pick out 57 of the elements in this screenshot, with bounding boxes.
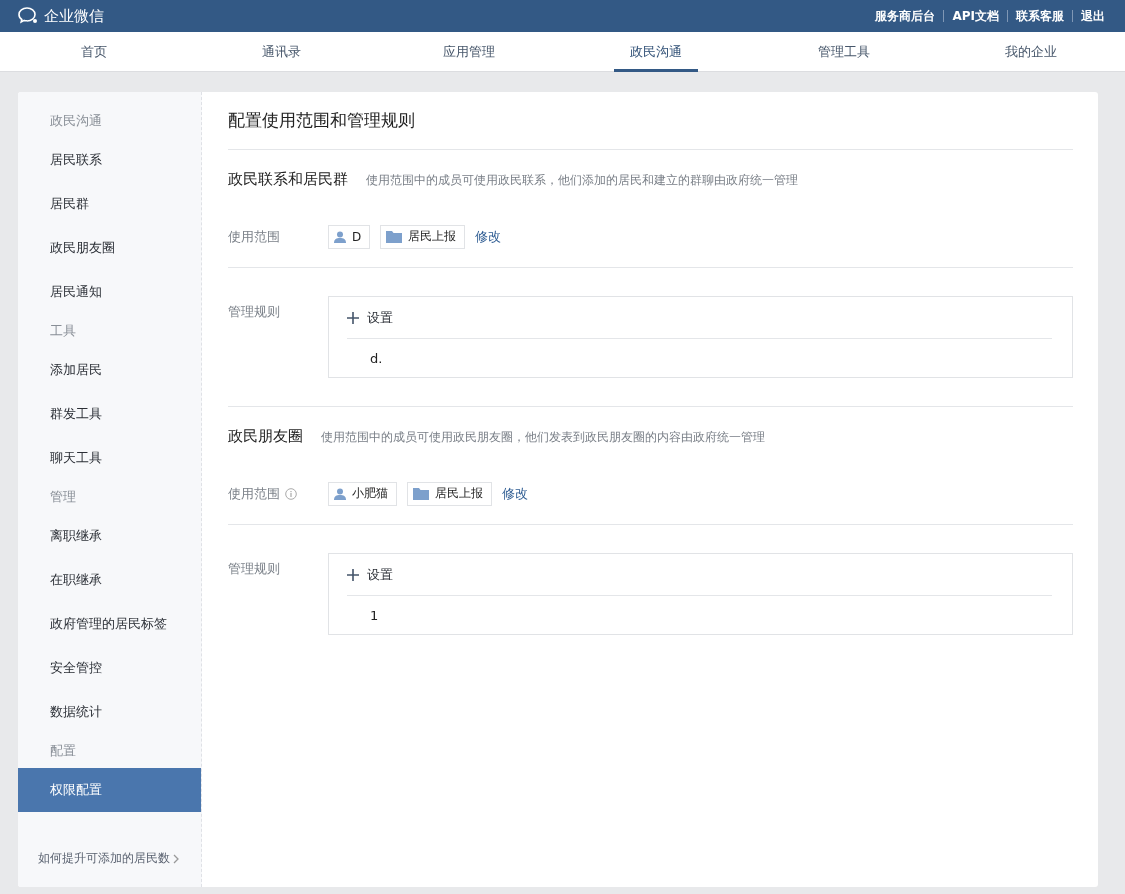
field-label: 使用范围	[228, 484, 280, 503]
section-title: 政民联系和居民群	[228, 170, 348, 189]
sidebar-item[interactable]: 添加居民	[18, 348, 201, 392]
field-label: 管理规则	[228, 561, 280, 576]
scope-tag-text: 居民上报	[408, 228, 457, 245]
person-icon	[334, 487, 346, 500]
folder-icon	[413, 487, 429, 500]
plus-icon	[347, 568, 359, 581]
nav-tab[interactable]: 管理工具	[801, 32, 886, 72]
section-title: 政民朋友圈	[228, 427, 303, 446]
header-link[interactable]: 服务商后台	[875, 7, 936, 25]
sidebar-item[interactable]: 数据统计	[18, 690, 201, 734]
add-rule-button[interactable]: 设置	[347, 297, 1052, 339]
section-description: 使用范围中的成员可使用政民朋友圈，他们发表到政民朋友圈的内容由政府统一管理	[321, 430, 765, 445]
person-icon	[334, 230, 346, 243]
add-rule-button[interactable]: 设置	[347, 554, 1052, 596]
sidebar-item[interactable]: 安全管控	[18, 646, 201, 690]
nav-tab[interactable]: 政民沟通	[614, 32, 699, 72]
sidebar-item[interactable]: 在职继承	[18, 558, 201, 602]
header-link[interactable]: 退出	[1081, 7, 1105, 25]
header-link[interactable]: API文档	[952, 7, 999, 25]
page-title: 配置使用范围和管理规则	[228, 92, 1073, 150]
chevron-right-icon	[173, 853, 179, 864]
field-label: 管理规则	[228, 304, 280, 319]
modify-link[interactable]: 修改	[502, 484, 528, 503]
logo-text: 企业微信	[44, 6, 104, 26]
nav-tab[interactable]: 应用管理	[426, 32, 511, 72]
sidebar-item[interactable]: 政民朋友圈	[18, 226, 201, 270]
scope-tag-text: D	[352, 229, 362, 244]
sidebar-heading: 工具	[49, 322, 77, 340]
sidebar-item[interactable]: 居民群	[18, 182, 201, 226]
nav-tab[interactable]: 通讯录	[245, 32, 317, 72]
sidebar-item[interactable]: 政府管理的居民标签	[18, 602, 201, 646]
rule-text: 1	[369, 606, 380, 625]
sidebar-item[interactable]: 聊天工具	[18, 436, 201, 480]
chat-bubble-logo-icon	[18, 7, 40, 25]
header-link[interactable]: 联系客服	[1016, 7, 1064, 25]
nav-tab[interactable]: 我的企业	[989, 32, 1074, 72]
nav-tab[interactable]: 首页	[64, 32, 123, 72]
sidebar-item[interactable]: 权限配置	[18, 768, 201, 812]
scope-tag-text: 居民上报	[435, 485, 483, 502]
info-icon[interactable]	[285, 487, 297, 500]
plus-icon	[347, 311, 359, 324]
rule-text: d.	[369, 349, 384, 368]
scope-tag-text: 小肥猫	[352, 485, 388, 502]
folder-icon	[386, 230, 403, 243]
modify-link[interactable]: 修改	[475, 227, 502, 246]
sidebar-heading: 政民沟通	[49, 112, 103, 130]
sidebar-item[interactable]: 离职继承	[18, 514, 201, 558]
field-label: 使用范围	[228, 227, 280, 246]
sidebar-heading: 配置	[49, 742, 77, 760]
sidebar-heading: 管理	[49, 488, 77, 506]
help-link[interactable]: 如何提升可添加的居民数	[18, 850, 201, 867]
sidebar-item[interactable]: 群发工具	[18, 392, 201, 436]
section-description: 使用范围中的成员可使用政民联系，他们添加的居民和建立的群聊由政府统一管理	[366, 173, 798, 188]
sidebar-item[interactable]: 居民通知	[18, 270, 201, 314]
sidebar-item[interactable]: 居民联系	[18, 138, 201, 182]
